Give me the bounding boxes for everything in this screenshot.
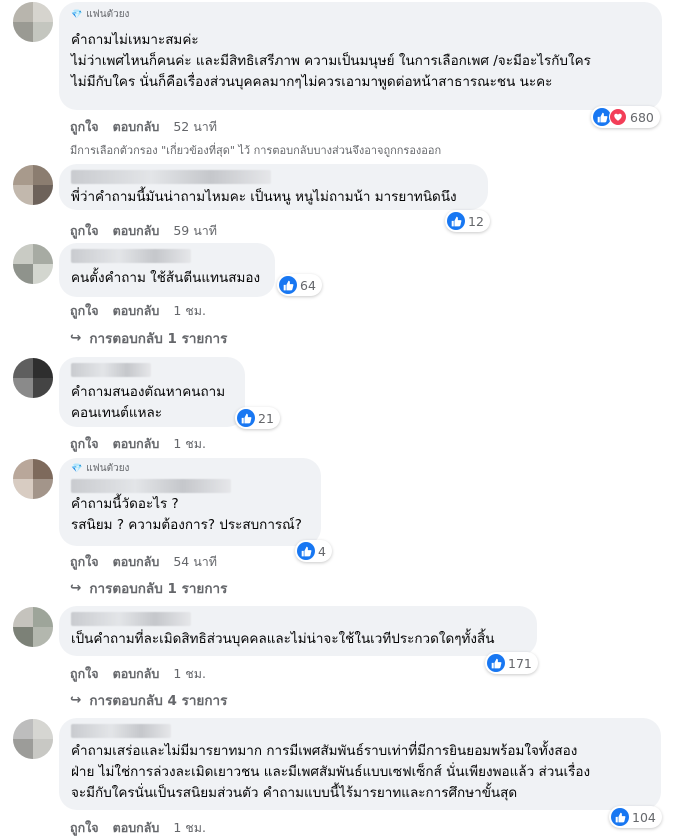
avatar[interactable] [13,607,53,647]
like-button[interactable]: ถูกใจ [70,664,99,684]
comment-bubble: คำถามสนองตัณหาคนถาม คอนเทนต์แหละ [59,357,245,427]
comment-bubble: คนตั้งคำถาม ใช้ส้นตีนแทนสมอง [59,243,275,297]
timestamp[interactable]: 54 นาที [173,552,217,572]
avatar[interactable] [13,2,53,42]
reply-button[interactable]: ตอบกลับ [113,552,160,572]
reaction-count[interactable]: 12 [445,210,490,232]
commenter-name[interactable] [71,724,171,738]
view-replies-link[interactable]: ↪ การตอบกลับ 1 รายการ [70,577,227,599]
comment-actions: ถูกใจ ตอบกลับ 1 ชม. [70,664,206,684]
view-replies-link[interactable]: ↪ การตอบกลับ 4 รายการ [70,689,227,711]
commenter-name[interactable] [71,479,231,493]
comment-bubble: 💎 แฟนตัวยง คำถามไม่เหมาะสมค่ะ ไม่ว่าเพศไห… [59,2,662,110]
like-button[interactable]: ถูกใจ [70,552,99,572]
avatar[interactable] [13,165,53,205]
comment-bubble: พี่ว่าคำถามนี้มันน่าถามไหมคะ เป็นหนู หนู… [59,164,488,210]
comment-actions: ถูกใจ ตอบกลับ 59 นาที [70,221,217,241]
comment-text: เป็นคำถามที่ละเมิดสิทธิส่วนบุคคลและไม่น่… [71,631,495,647]
reply-button[interactable]: ตอบกลับ [113,664,160,684]
avatar[interactable] [13,459,53,499]
like-icon [237,409,255,427]
reaction-count[interactable]: 21 [235,407,280,429]
timestamp[interactable]: 1 ชม. [173,434,206,454]
reply-arrow-icon: ↪ [70,330,82,346]
commenter-name[interactable] [71,612,191,626]
reply-button[interactable]: ตอบกลับ [113,434,160,454]
like-icon [297,542,315,560]
like-button[interactable]: ถูกใจ [70,434,99,454]
comment-text: คำถามไม่เหมาะสมค่ะ ไม่ว่าเพศไหนก็คนค่ะ แ… [71,32,591,90]
comment-text: พี่ว่าคำถามนี้มันน่าถามไหมคะ เป็นหนู หนู… [71,189,457,205]
avatar[interactable] [13,244,53,284]
comment-bubble: คำถามเสร่อและไม่มีมารยาทมาก การมีเพศสัมพ… [59,718,661,810]
reaction-count[interactable]: 64 [277,274,322,296]
like-icon [279,276,297,294]
love-icon [609,108,627,126]
reply-button[interactable]: ตอบกลับ [113,221,160,241]
reaction-count[interactable]: 171 [485,652,538,674]
reply-arrow-icon: ↪ [70,580,82,596]
fan-badge: 💎 แฟนตัวยง [71,9,130,20]
reply-button[interactable]: ตอบกลับ [113,117,160,137]
like-icon [487,654,505,672]
reaction-count[interactable]: 104 [609,806,662,828]
diamond-icon: 💎 [71,464,83,474]
comment-actions: ถูกใจ ตอบกลับ 1 ชม. [70,301,206,321]
comment-actions: ถูกใจ ตอบกลับ 54 นาที [70,552,217,572]
filter-note: มีการเลือกตัวกรอง "เกี่ยวข้องที่สุด" ไว้… [70,144,442,157]
avatar[interactable] [13,719,53,759]
view-replies-link[interactable]: ↪ การตอบกลับ 1 รายการ [70,327,227,349]
reply-button[interactable]: ตอบกลับ [113,301,160,321]
timestamp[interactable]: 1 ชม. [173,664,206,684]
timestamp[interactable]: 1 ชม. [173,301,206,321]
comment-text: คำถามสนองตัณหาคนถาม คอนเทนต์แหละ [71,384,226,421]
reaction-count[interactable]: 680 [591,106,660,128]
comment-text: คนตั้งคำถาม ใช้ส้นตีนแทนสมอง [71,270,261,286]
like-button[interactable]: ถูกใจ [70,818,99,838]
commenter-name[interactable] [71,363,151,377]
comment-bubble: 💎 แฟนตัวยง คำถามนี้วัดอะไร ? รสนิยม ? ควา… [59,458,321,546]
like-icon [611,808,629,826]
like-button[interactable]: ถูกใจ [70,301,99,321]
reaction-count[interactable]: 4 [295,540,332,562]
comment-text: คำถามนี้วัดอะไร ? รสนิยม ? ความต้องการ? … [71,496,302,533]
avatar[interactable] [13,358,53,398]
timestamp[interactable]: 52 นาที [173,117,217,137]
reply-arrow-icon: ↪ [70,692,82,708]
timestamp[interactable]: 1 ชม. [173,818,206,838]
comment-text: คำถามเสร่อและไม่มีมารยาทมาก การมีเพศสัมพ… [71,743,591,801]
comment-actions: ถูกใจ ตอบกลับ 52 นาที [70,117,217,137]
fan-badge: 💎 แฟนตัวยง [71,463,130,474]
comment-actions: ถูกใจ ตอบกลับ 1 ชม. [70,818,206,838]
comment-bubble: เป็นคำถามที่ละเมิดสิทธิส่วนบุคคลและไม่น่… [59,606,537,656]
commenter-name[interactable] [71,249,191,263]
like-button[interactable]: ถูกใจ [70,221,99,241]
like-icon [447,212,465,230]
commenter-name[interactable] [71,170,271,184]
comment-actions: ถูกใจ ตอบกลับ 1 ชม. [70,434,206,454]
like-button[interactable]: ถูกใจ [70,117,99,137]
timestamp[interactable]: 59 นาที [173,221,217,241]
reply-button[interactable]: ตอบกลับ [113,818,160,838]
diamond-icon: 💎 [71,10,83,20]
